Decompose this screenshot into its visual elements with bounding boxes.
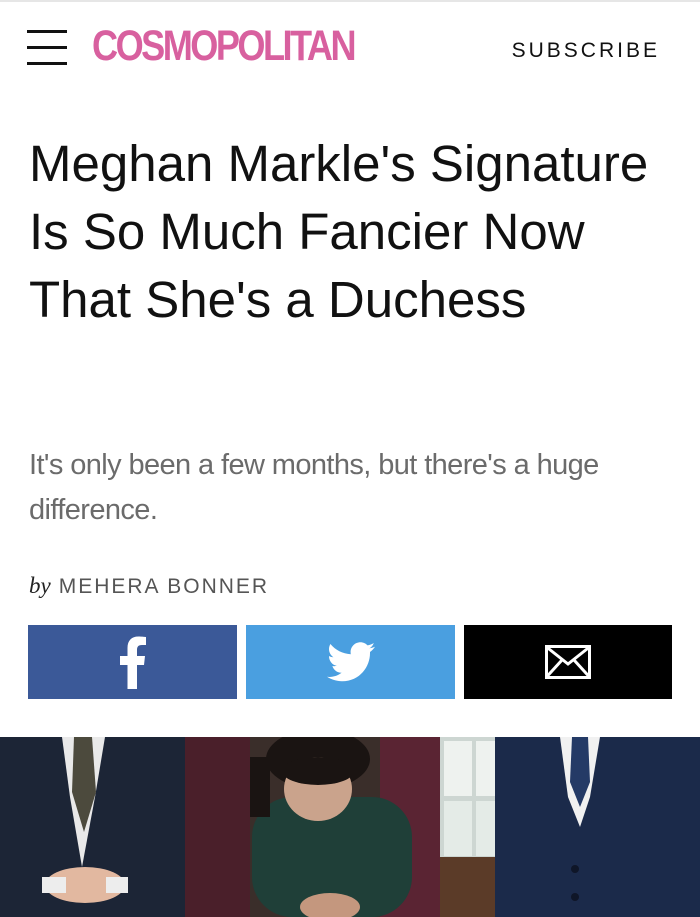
site-logo[interactable]: COSMOPOLITAN [92, 21, 357, 71]
menu-icon[interactable] [27, 28, 67, 68]
share-email-button[interactable] [464, 625, 672, 699]
byline-prefix: by [29, 573, 51, 598]
share-facebook-button[interactable] [28, 625, 237, 699]
author-link[interactable]: MEHERA BONNER [59, 575, 269, 598]
email-icon [545, 645, 591, 679]
byline: by MEHERA BONNER [29, 573, 269, 599]
hero-photo [0, 737, 700, 917]
share-twitter-button[interactable] [246, 625, 455, 699]
site-header: COSMOPOLITAN SUBSCRIBE [0, 0, 700, 95]
facebook-icon [119, 636, 146, 689]
photo-image [0, 737, 700, 917]
subscribe-link[interactable]: SUBSCRIBE [512, 39, 660, 63]
article-dek: It's only been a few months, but there's… [29, 449, 599, 526]
article-headline: Meghan Markle's Signature Is So Much Fan… [29, 135, 649, 328]
twitter-icon [326, 642, 375, 682]
